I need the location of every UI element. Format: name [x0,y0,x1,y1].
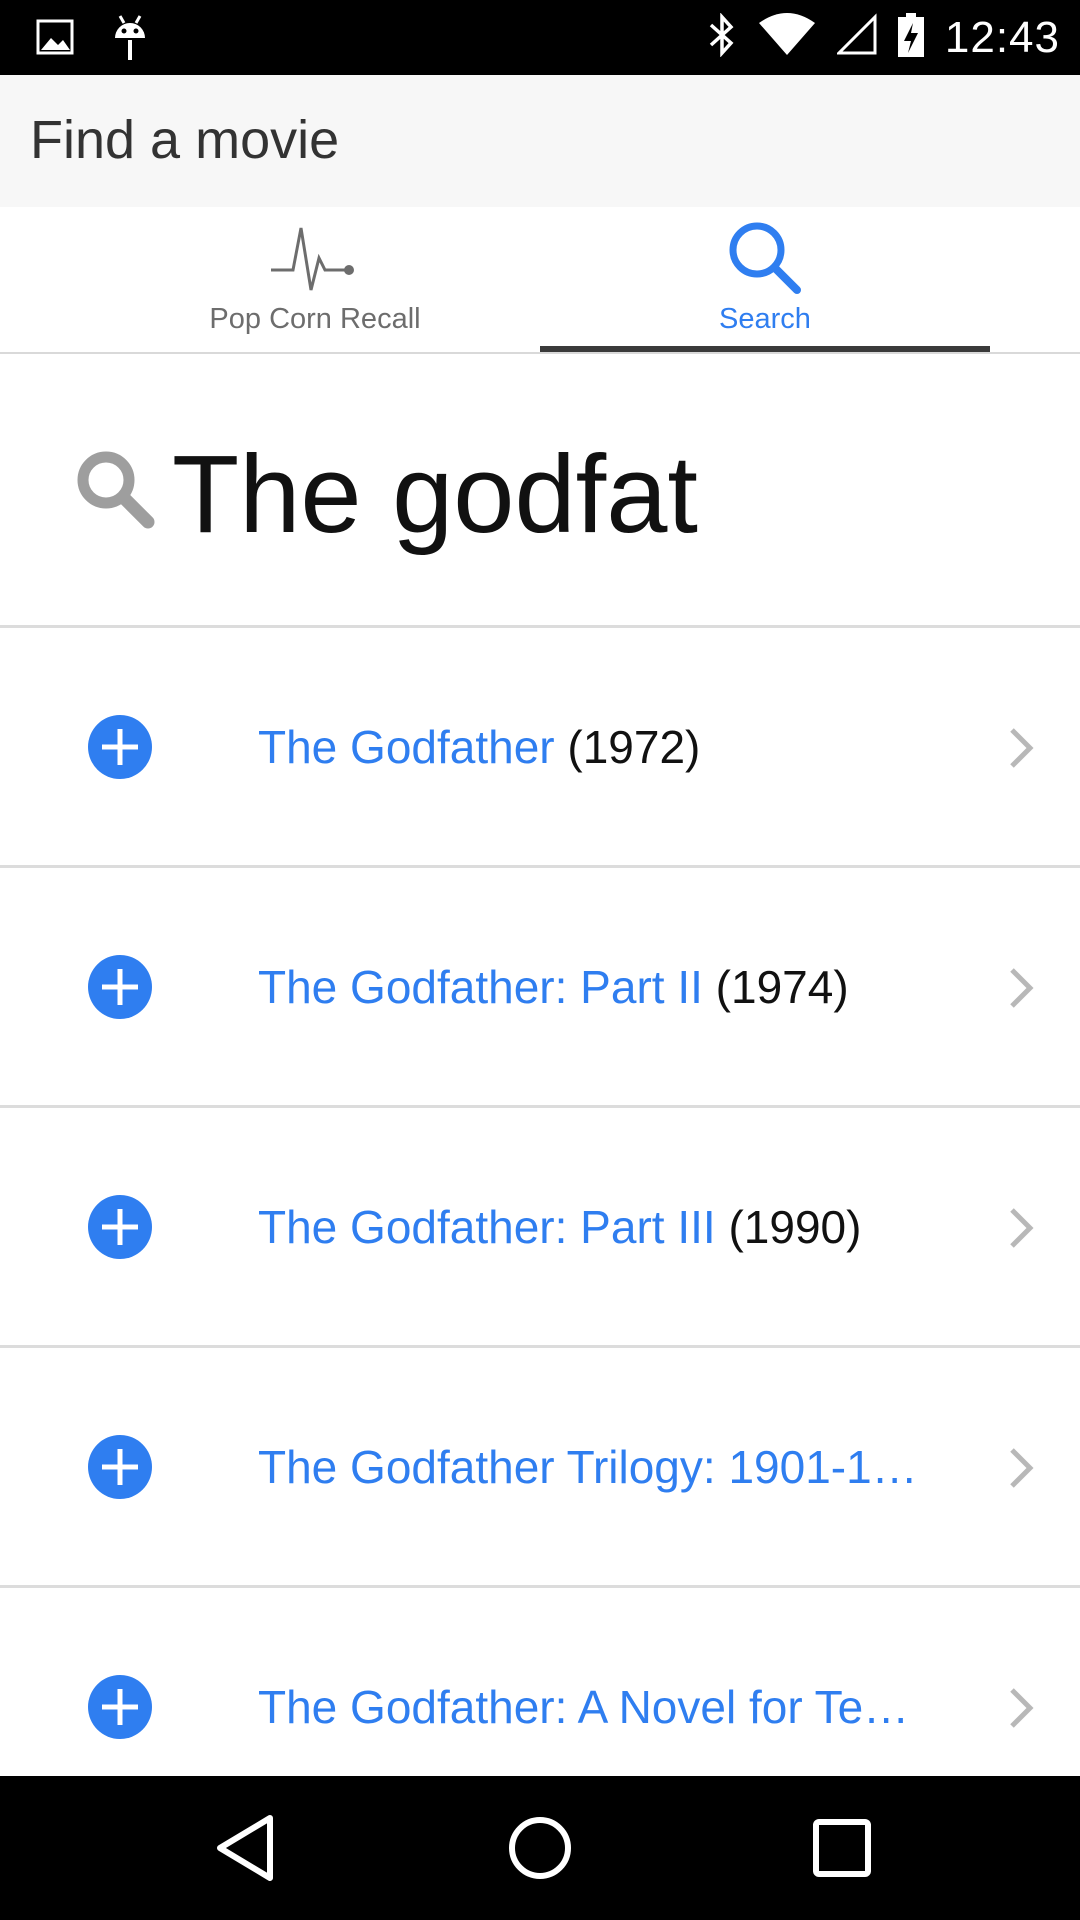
recents-icon[interactable] [806,1812,878,1889]
movie-year: (1990) [728,1201,862,1253]
home-icon[interactable] [504,1812,576,1889]
add-icon[interactable] [88,715,152,784]
pulse-icon [269,215,361,301]
movie-year: (1974) [715,961,849,1013]
tab-label: Search [719,303,811,335]
status-bar: 12:43 [0,0,1080,75]
tab-bar: Pop Corn Recall Search [0,207,1080,354]
search-field[interactable]: The godfat [0,354,1080,628]
movie-name: The Godfather: A Novel for Te… [258,1681,910,1733]
list-item[interactable]: The Godfather: Part II (1974) [0,868,1080,1108]
list-item[interactable]: The Godfather: Part III (1990) [0,1108,1080,1348]
add-icon[interactable] [88,1675,152,1744]
movie-name: The Godfather Trilogy: 1901-1… [258,1441,918,1493]
movie-name: The Godfather [258,721,555,773]
navigation-bar [0,1776,1080,1920]
movie-name: The Godfather: Part II [258,961,703,1013]
back-icon[interactable] [210,1812,280,1889]
movie-year: (1972) [567,721,701,773]
list-item[interactable]: The Godfather Trilogy: 1901-1… [0,1348,1080,1588]
movie-title[interactable]: The Godfather (1972) [258,720,918,774]
search-input[interactable]: The godfat [172,440,698,550]
battery-charging-icon [897,11,925,64]
add-icon[interactable] [88,1435,152,1504]
add-icon[interactable] [88,955,152,1024]
movie-title[interactable]: The Godfather: Part III (1990) [258,1200,918,1254]
add-icon[interactable] [88,1195,152,1264]
tab-pop-corn-recall[interactable]: Pop Corn Recall [90,207,540,354]
image-icon [36,18,76,63]
chevron-right-icon[interactable] [1006,1206,1036,1255]
chevron-right-icon[interactable] [1006,1686,1036,1735]
app-bar: Find a movie [0,75,1080,207]
tab-search[interactable]: Search [540,207,990,354]
chevron-right-icon[interactable] [1006,966,1036,1015]
search-icon [725,215,805,301]
movie-title[interactable]: The Godfather Trilogy: 1901-1… [258,1440,918,1494]
selected-tab-indicator [540,346,990,352]
movie-name: The Godfather: Part III [258,1201,716,1253]
search-icon [72,446,156,535]
chevron-right-icon[interactable] [1006,1446,1036,1495]
results-list: The Godfather (1972) The Godfather: Part… [0,628,1080,1828]
bluetooth-icon [707,12,737,62]
tab-label: Pop Corn Recall [209,303,421,335]
chevron-right-icon[interactable] [1006,726,1036,775]
movie-title[interactable]: The Godfather: Part II (1974) [258,960,918,1014]
movie-title[interactable]: The Godfather: A Novel for Te… [258,1680,918,1734]
android-icon [112,14,148,67]
clock: 12:43 [944,12,1060,62]
cell-signal-icon [835,13,877,62]
wifi-icon [757,13,817,62]
list-item[interactable]: The Godfather (1972) [0,628,1080,868]
page-title: Find a movie [30,110,340,170]
